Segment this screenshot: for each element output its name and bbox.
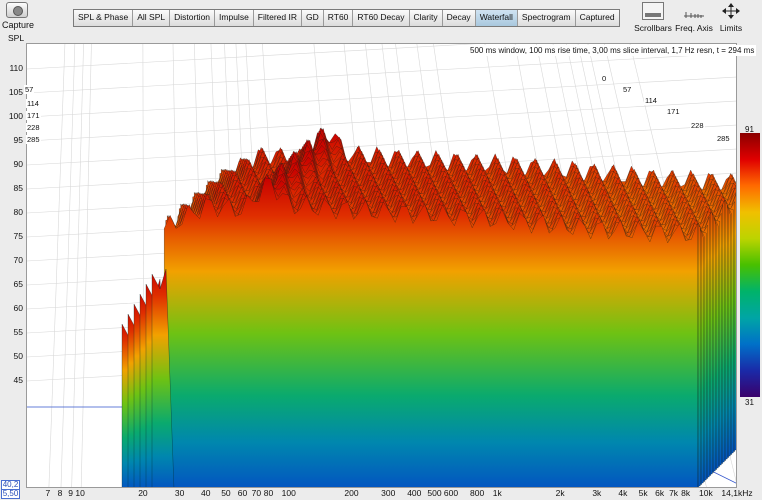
y-tick-label: 90: [13, 159, 23, 169]
tab-distortion[interactable]: Distortion: [170, 10, 216, 26]
waterfall-plot[interactable]: [26, 43, 737, 488]
scrollbars-label: Scrollbars: [634, 23, 672, 33]
x-tick-label: 600: [443, 488, 459, 498]
slice-time-label: 228: [690, 121, 705, 130]
x-tick-label: 3k: [592, 488, 602, 498]
x-grid-line: [80, 44, 92, 487]
x-tick-label: 2k: [555, 488, 565, 498]
y-tick-label: 55: [13, 327, 23, 337]
slice-time-label: 285: [26, 135, 41, 144]
x-tick-label: 800: [469, 488, 485, 498]
slice-time-label: 57: [622, 85, 633, 94]
slice-time-label: 285: [716, 134, 731, 143]
x-tick-label: 50: [221, 488, 231, 498]
y-tick-label: 105: [8, 87, 23, 97]
tab-decay[interactable]: Decay: [442, 10, 476, 26]
tab-impulse[interactable]: Impulse: [215, 10, 254, 26]
x-tick-label: 8: [57, 488, 63, 498]
limits-button[interactable]: Limits: [716, 2, 746, 33]
x-tick-label: 1k: [492, 488, 502, 498]
color-scale-min: 31: [745, 398, 754, 407]
x-tick-label: 14,1kHz: [721, 488, 753, 498]
graph-tabs: SPL & Phase All SPL Distortion Impulse F…: [73, 9, 620, 27]
y-tick-label: 85: [13, 183, 23, 193]
slice-time-label: 57: [24, 85, 35, 94]
x-tick-label: 6k: [655, 488, 665, 498]
y-tick-label: 80: [13, 207, 23, 217]
x-tick-label: 7k: [669, 488, 679, 498]
x-axis-ticks: 7 8 9 10 20 30 40 50 60 70 80 100 200 300 400 500 600 800…: [0, 488, 762, 500]
x-tick-label: 70: [251, 488, 262, 498]
x-tick-label: 300: [381, 488, 396, 498]
slice-time-label: 0: [601, 74, 608, 83]
limits-icon: [720, 2, 742, 20]
scrollbars-button[interactable]: Scrollbars: [632, 2, 674, 33]
scrollbars-icon: [642, 2, 664, 20]
y-axis-ticks: 110 105 100 95 90 85 80 75 70 65 60 55 50 45: [0, 0, 26, 500]
freq-axis-button[interactable]: Freq. Axis: [674, 2, 714, 33]
freq-axis-label: Freq. Axis: [675, 23, 713, 33]
y-tick-label: 110: [9, 63, 23, 73]
y-grid-line: [27, 76, 736, 118]
x-grid-line: [48, 44, 66, 487]
tab-spl-phase[interactable]: SPL & Phase: [74, 10, 134, 26]
tab-captured[interactable]: Captured: [575, 10, 619, 26]
x-grid-line: [60, 44, 76, 487]
x-tick-label: 100: [281, 488, 296, 498]
x-tick-label: 60: [237, 488, 248, 498]
y-tick-label: 75: [13, 231, 23, 241]
y-tick-label: 70: [13, 255, 23, 265]
x-tick-label: 200: [344, 488, 359, 498]
y-tick-label: 95: [13, 135, 23, 145]
x-tick-label: 5k: [638, 488, 648, 498]
x-tick-label: 80: [263, 488, 274, 498]
tab-rt60[interactable]: RT60: [323, 10, 354, 26]
slice-time-label: 228: [26, 123, 41, 132]
x-tick-label: 30: [174, 488, 185, 498]
tab-rt60-decay[interactable]: RT60 Decay: [353, 10, 410, 26]
x-grid-line: [71, 44, 84, 487]
tab-gd[interactable]: GD: [302, 10, 324, 26]
toolbar: Capture SPL & Phase All SPL Distortion I…: [0, 0, 762, 38]
tab-spectrogram[interactable]: Spectrogram: [517, 10, 576, 26]
y-min-field[interactable]: 40,2: [1, 480, 20, 490]
x-tick-label: 40: [200, 488, 211, 498]
limits-label: Limits: [719, 23, 743, 33]
tab-filtered-ir[interactable]: Filtered IR: [253, 10, 303, 26]
tab-clarity[interactable]: Clarity: [409, 10, 443, 26]
tab-waterfall[interactable]: Waterfall: [475, 10, 518, 26]
x-tick-label: 8k: [681, 488, 691, 498]
slice-time-label: 114: [26, 99, 40, 108]
slice-time-label: 114: [644, 96, 658, 105]
y-grid-line: [27, 100, 736, 142]
x-tick-label: 4k: [618, 488, 628, 498]
color-scale: [740, 133, 760, 397]
x-tick-label: 7: [45, 488, 51, 498]
x-tick-label: 10: [75, 488, 85, 498]
freq-axis-icon: [683, 2, 705, 20]
x-tick-label: 500: [427, 488, 442, 498]
y-tick-label: 45: [13, 375, 23, 385]
x-tick-label: 9: [68, 488, 73, 498]
color-scale-max: 91: [745, 125, 754, 134]
x-tick-label: 400: [407, 488, 422, 498]
slice-time-label: 171: [666, 107, 681, 116]
x-tick-label: 10k: [699, 488, 713, 498]
info-text: 500 ms window, 100 ms rise time, 3,00 ms…: [468, 45, 757, 56]
y-tick-label: 60: [13, 303, 23, 313]
y-tick-label: 50: [13, 351, 23, 361]
waterfall-surface: [27, 44, 736, 487]
slice-time-label: 171: [26, 111, 41, 120]
x-tick-label: 20: [138, 488, 148, 498]
tab-all-spl[interactable]: All SPL: [133, 10, 171, 26]
y-tick-label: 65: [13, 279, 23, 289]
y-tick-label: 100: [8, 111, 23, 121]
